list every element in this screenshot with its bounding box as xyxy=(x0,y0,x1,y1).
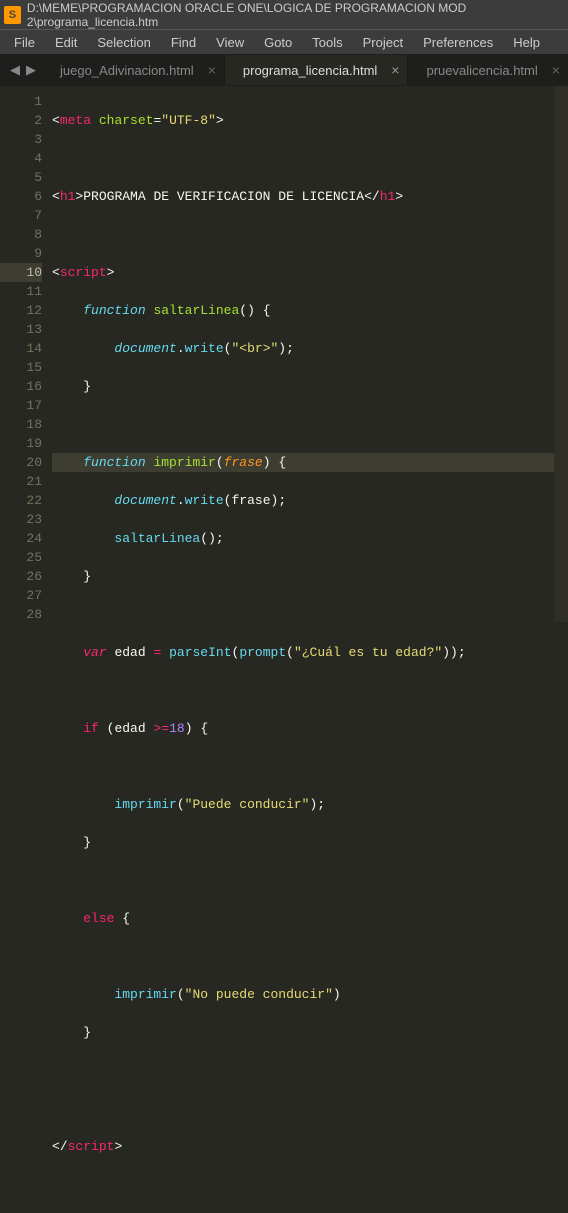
title-bar: S D:\MEME\PROGRAMACION ORACLE ONE\LOGICA… xyxy=(0,0,568,30)
nav-left-icon[interactable]: ◀ xyxy=(10,62,20,78)
tab-programa[interactable]: programa_licencia.html × xyxy=(225,55,409,85)
app-icon: S xyxy=(4,6,21,24)
tab-prueva[interactable]: pruevalicencia.html × xyxy=(408,55,568,85)
close-icon[interactable]: × xyxy=(391,62,399,78)
close-icon[interactable]: × xyxy=(552,62,560,78)
menu-selection[interactable]: Selection xyxy=(87,33,160,52)
menu-file[interactable]: File xyxy=(4,33,45,52)
menu-view[interactable]: View xyxy=(206,33,254,52)
minimap[interactable] xyxy=(554,86,568,622)
nav-right-icon[interactable]: ▶ xyxy=(26,62,36,78)
menu-find[interactable]: Find xyxy=(161,33,206,52)
close-icon[interactable]: × xyxy=(208,62,216,78)
tab-label: pruevalicencia.html xyxy=(426,63,537,78)
menu-tools[interactable]: Tools xyxy=(302,33,352,52)
tab-juego[interactable]: juego_Adivinacion.html × xyxy=(42,55,225,85)
editor[interactable]: 1234567891011121314151617181920212223242… xyxy=(0,86,568,622)
tab-label: juego_Adivinacion.html xyxy=(60,63,194,78)
menu-edit[interactable]: Edit xyxy=(45,33,87,52)
nav-arrows: ◀ ▶ xyxy=(4,62,42,78)
gutter: 1234567891011121314151617181920212223242… xyxy=(0,86,52,622)
code-area[interactable]: <meta charset="UTF-8"> <h1>PROGRAMA DE V… xyxy=(52,86,568,622)
tab-bar: ◀ ▶ juego_Adivinacion.html × programa_li… xyxy=(0,54,568,86)
menu-project[interactable]: Project xyxy=(353,33,413,52)
tab-label: programa_licencia.html xyxy=(243,63,377,78)
menu-preferences[interactable]: Preferences xyxy=(413,33,503,52)
menu-goto[interactable]: Goto xyxy=(254,33,302,52)
title-path: D:\MEME\PROGRAMACION ORACLE ONE\LOGICA D… xyxy=(27,1,564,29)
menu-bar: File Edit Selection Find View Goto Tools… xyxy=(0,30,568,54)
menu-help[interactable]: Help xyxy=(503,33,550,52)
